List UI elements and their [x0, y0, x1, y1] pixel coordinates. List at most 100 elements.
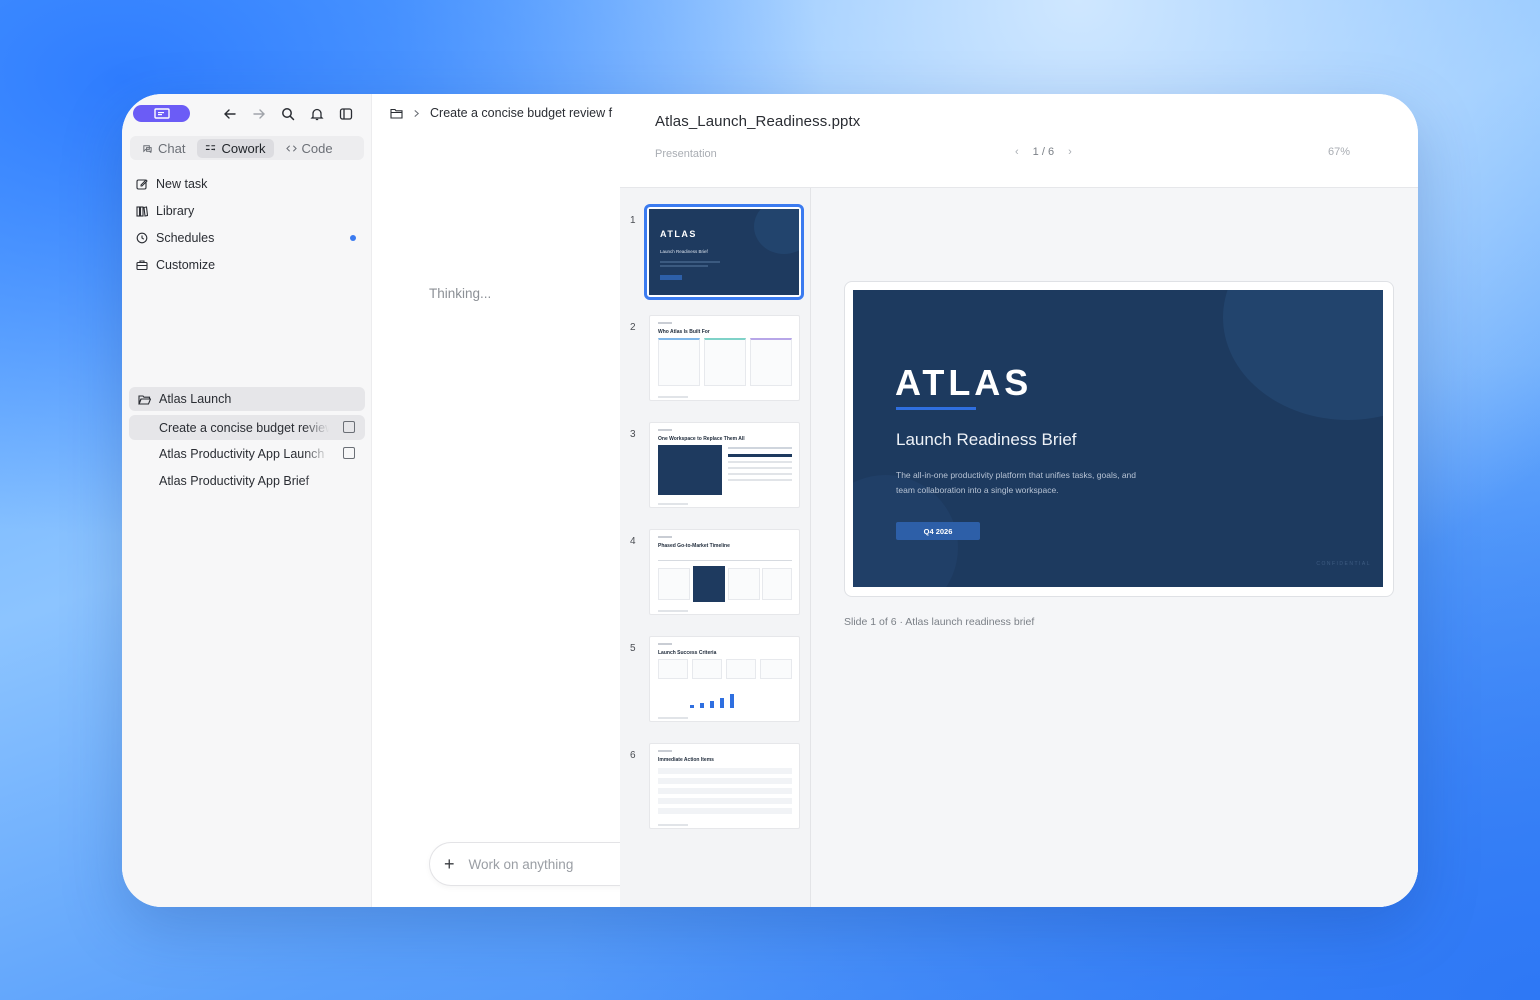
slide-title-underline	[896, 407, 976, 410]
nav-library[interactable]: Library	[136, 197, 360, 224]
app-logo-button[interactable]	[133, 105, 190, 122]
mode-tab-label: Cowork	[221, 140, 266, 156]
slide-thumb-5[interactable]: Launch Success Criteria	[649, 636, 800, 722]
mode-tab-code[interactable]: Code	[278, 139, 341, 158]
mode-switcher: Chat Cowork Code	[130, 136, 364, 160]
slide-thumb-6[interactable]: Immediate Action Items	[649, 743, 800, 829]
page-indicator: 1 / 6	[1032, 146, 1055, 158]
project-folder-atlas-launch[interactable]: Atlas Launch	[129, 387, 365, 411]
sidebar-toggle-icon[interactable]	[338, 106, 353, 121]
page-navigator: ‹ 1 / 6 ›	[1015, 146, 1072, 158]
thumb-phase-card	[762, 568, 792, 600]
nav-new-task[interactable]: New task	[136, 170, 360, 197]
chevron-right-icon	[414, 109, 420, 117]
task-label: Atlas Productivity App Launch	[159, 446, 325, 461]
slide-subtitle: Launch Readiness Brief	[896, 430, 1077, 449]
back-arrow-icon[interactable]	[222, 106, 237, 121]
task-item-app-launch[interactable]: Atlas Productivity App Launch	[129, 441, 365, 466]
slide-thumb-1[interactable]: ATLAS Launch Readiness Brief	[644, 204, 804, 300]
thumb-title: Immediate Action Items	[658, 757, 714, 763]
thumb-phase-card	[728, 568, 760, 600]
thumb-panel	[658, 445, 722, 495]
nav-schedules[interactable]: Schedules	[136, 224, 360, 251]
sidebar-nav: New task Library Schedules Customize	[136, 170, 360, 278]
thumb-table-header	[728, 447, 792, 449]
nav-label: Schedules	[156, 230, 215, 245]
prev-page-icon[interactable]: ‹	[1015, 146, 1019, 158]
thumb-footer-line	[658, 610, 688, 612]
nav-label: Customize	[156, 257, 216, 272]
file-name: Atlas_Launch_Readiness.pptx	[655, 113, 861, 130]
thumb-text-line	[660, 265, 708, 267]
library-icon	[136, 205, 148, 217]
zoom-level[interactable]: 67%	[1328, 146, 1350, 158]
search-icon[interactable]	[280, 106, 295, 121]
slide-number: 4	[630, 536, 636, 547]
task-checkbox-icon[interactable]	[343, 447, 355, 459]
thumb-card	[658, 338, 700, 386]
project-label: Atlas Launch	[159, 392, 232, 406]
thumb-kicker	[658, 536, 672, 538]
bell-icon[interactable]	[309, 106, 324, 121]
task-item-budget-review[interactable]: Create a concise budget review	[129, 415, 365, 440]
thumb-kpi-card	[760, 659, 792, 679]
decor-circle	[754, 209, 799, 254]
thumb-chart-bar	[720, 698, 724, 708]
breadcrumb-task-title: Create a concise budget review f	[430, 106, 613, 120]
thumb-title: Phased Go-to-Market Timeline	[658, 543, 730, 549]
chat-panel: Create a concise budget review f Thinkin…	[373, 94, 639, 907]
mode-tab-cowork[interactable]: Cowork	[197, 138, 274, 158]
clock-icon	[136, 232, 148, 243]
thumb-title: One Workspace to Replace Them All	[658, 436, 745, 442]
thumb-title: Who Atlas Is Built For	[658, 329, 710, 335]
slide-number: 6	[630, 750, 636, 761]
thumb-action-row	[658, 788, 792, 794]
mode-tab-chat[interactable]: Chat	[134, 139, 193, 158]
composer-placeholder: Work on anything	[468, 856, 574, 872]
forward-arrow-icon[interactable]	[251, 106, 266, 121]
thumb-chart-bar	[690, 705, 694, 708]
thumb-kicker	[658, 750, 672, 752]
slide-thumb-background: ATLAS Launch Readiness Brief	[649, 209, 799, 295]
thumb-table-row	[728, 473, 792, 475]
task-checkbox-icon[interactable]	[343, 421, 355, 433]
nav-customize[interactable]: Customize	[136, 251, 360, 278]
thumb-card	[750, 338, 792, 386]
nav-label: New task	[156, 176, 208, 191]
slide-number: 2	[630, 322, 636, 333]
thumb-subtitle: Launch Readiness Brief	[660, 249, 708, 254]
thumb-table-row	[728, 454, 792, 457]
thumb-table-row	[728, 461, 792, 463]
folder-icon[interactable]	[390, 108, 403, 119]
nav-label: Library	[156, 203, 195, 218]
briefcase-icon	[136, 259, 148, 270]
thumb-chart-bar	[700, 703, 704, 708]
thumb-footer-line	[658, 503, 688, 505]
slide-thumbnails: 1 ATLAS Launch Readiness Brief 2 Who Atl…	[620, 188, 811, 907]
thumb-text-line	[660, 261, 720, 263]
preview-header: Atlas_Launch_Readiness.pptx Presentation…	[620, 94, 1418, 188]
thumb-action-row	[658, 778, 792, 784]
thumb-action-row	[658, 798, 792, 804]
slide-description: The all-in-one productivity platform tha…	[896, 470, 1137, 495]
next-page-icon[interactable]: ›	[1068, 146, 1072, 158]
slide-thumb-4[interactable]: Phased Go-to-Market Timeline	[649, 529, 800, 615]
plus-icon[interactable]: +	[444, 854, 455, 875]
thumb-phase-card	[658, 568, 690, 600]
notification-dot	[350, 235, 356, 241]
breadcrumb: Create a concise budget review f	[390, 106, 612, 120]
thumb-chart-bar	[730, 694, 734, 708]
slide-thumb-2[interactable]: Who Atlas Is Built For	[649, 315, 800, 401]
thumb-action-row	[658, 768, 792, 774]
task-label: Atlas Productivity App Brief	[159, 473, 310, 488]
file-preview-panel: Atlas_Launch_Readiness.pptx Presentation…	[620, 94, 1418, 907]
mode-tab-label: Code	[301, 140, 333, 156]
slide-number: 1	[630, 215, 636, 226]
app-window: Chat Cowork Code New task Library Schedu…	[122, 94, 1418, 907]
thumb-footer-line	[658, 824, 688, 826]
slide-thumb-3[interactable]: One Workspace to Replace Them All	[649, 422, 800, 508]
composer-input[interactable]: + Work on anything	[429, 842, 639, 886]
task-item-app-brief[interactable]: Atlas Productivity App Brief	[129, 468, 365, 493]
cowork-icon	[206, 144, 216, 150]
thumb-timeline	[658, 560, 792, 561]
